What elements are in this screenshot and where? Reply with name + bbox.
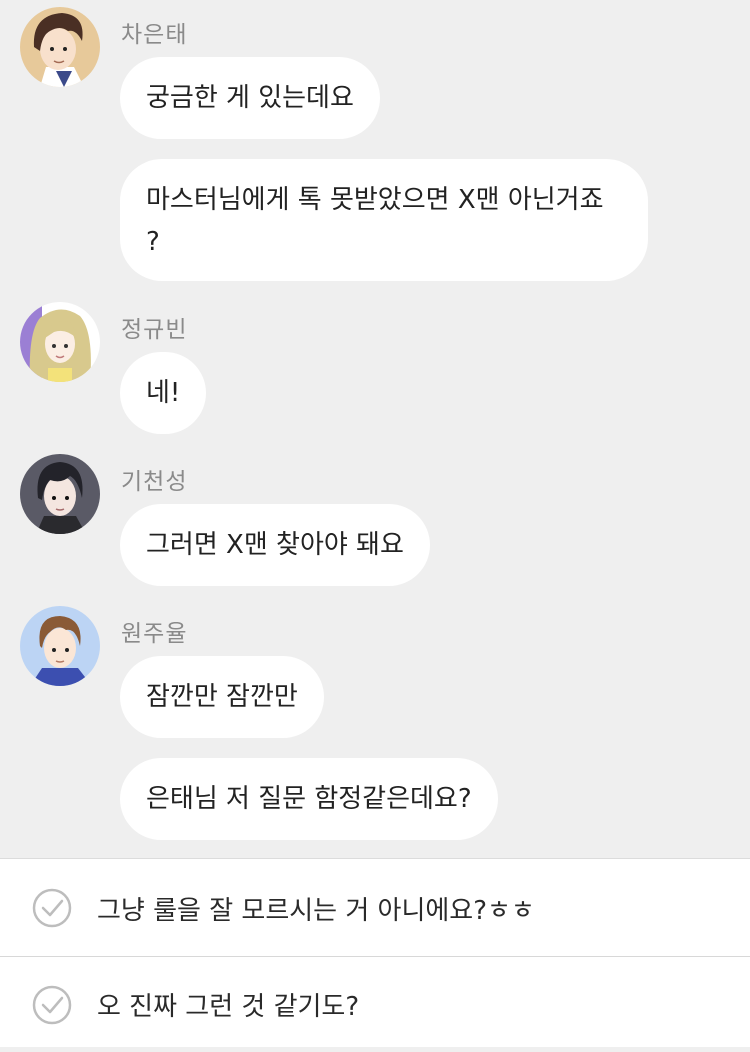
reply-option-label: 오 진짜 그런 것 같기도? xyxy=(97,992,360,1022)
check-circle-icon xyxy=(32,888,72,928)
avatar-boy-blue-background-icon[interactable] xyxy=(20,606,100,686)
message-bubble: 궁금한 게 있는데요 xyxy=(120,57,380,139)
sender-name: 차은태 xyxy=(121,22,188,48)
message-bubble: 은태님 저 질문 함정같은데요? xyxy=(120,758,498,840)
avatar-girl-blonde-hair-icon[interactable] xyxy=(20,302,100,382)
reply-option-2[interactable]: 오 진짜 그런 것 같기도? xyxy=(0,956,750,1052)
message-bubble: 잠깐만 잠깐만 xyxy=(120,656,324,738)
avatar-boy-brown-hair-icon[interactable] xyxy=(20,7,100,87)
reply-option-1[interactable]: 그냥 룰을 잘 모르시는 거 아니에요?ㅎㅎ xyxy=(0,860,750,956)
avatar-boy-dark-hair-icon[interactable] xyxy=(20,454,100,534)
chat-area: 차은태 궁금한 게 있는데요 마스터님에게 톡 못받았으면 X맨 아닌거죠 ? … xyxy=(0,0,750,858)
message-bubble: 그러면 X맨 찾아야 돼요 xyxy=(120,504,430,586)
message-bubble: 네! xyxy=(120,352,207,434)
message-bubble: 마스터님에게 톡 못받았으면 X맨 아닌거죠 ? xyxy=(120,159,648,281)
sender-name: 원주율 xyxy=(121,621,188,647)
reply-option-label: 그냥 룰을 잘 모르시는 거 아니에요?ㅎㅎ xyxy=(97,895,535,926)
check-circle-icon xyxy=(32,985,72,1025)
sender-name: 기천성 xyxy=(121,469,188,495)
reply-options: 그냥 룰을 잘 모르시는 거 아니에요?ㅎㅎ 오 진짜 그런 것 같기도? xyxy=(0,858,750,1047)
sender-name: 정규빈 xyxy=(121,317,188,343)
